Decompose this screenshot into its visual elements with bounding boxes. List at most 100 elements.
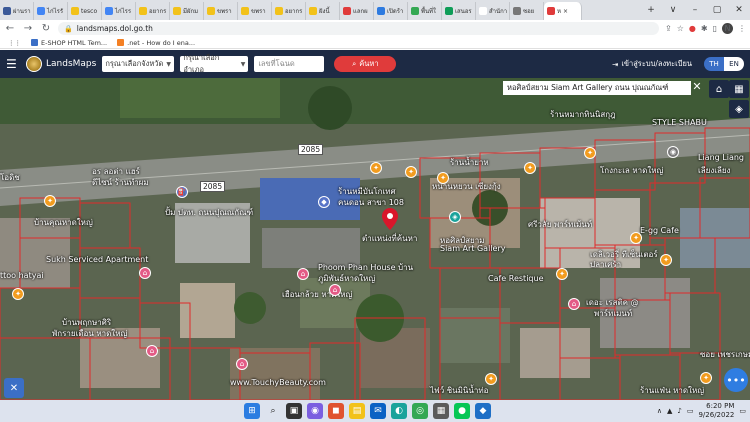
poi-marker-icon[interactable]: ◆ <box>318 196 330 208</box>
battery-icon[interactable]: ▭ <box>687 407 694 415</box>
poi-marker-icon[interactable]: ✦ <box>405 166 417 178</box>
layers-icon[interactable]: ◈ <box>729 100 749 118</box>
landsmaps-logo[interactable]: LandsMaps <box>26 56 96 72</box>
lang-en-button[interactable]: EN <box>724 57 744 71</box>
poi-marker-icon[interactable]: ✦ <box>556 268 568 280</box>
browser-tab[interactable]: tesco <box>68 2 102 20</box>
task-view-icon[interactable]: ▣ <box>286 403 302 419</box>
poi-marker-icon[interactable]: ✦ <box>485 373 497 385</box>
new-tab-button[interactable]: + <box>640 5 662 15</box>
extension-red-icon[interactable]: ● <box>689 24 696 33</box>
browser-tab[interactable]: สำนักา <box>476 2 510 20</box>
poi-marker-icon[interactable]: ⛽ <box>176 186 188 198</box>
browser-tab[interactable]: ซอย <box>510 2 544 20</box>
forward-icon[interactable]: → <box>22 23 34 34</box>
browser-tab[interactable]: เปิดร้า <box>374 2 408 20</box>
province-select[interactable]: กรุณาเลือกจังหวัด ▼ <box>102 56 175 72</box>
apps-grid-icon[interactable]: ⋮⋮ <box>8 39 21 47</box>
menu-kebab-icon[interactable]: ⋮ <box>738 24 746 33</box>
more-options-icon[interactable]: ••• <box>724 368 748 392</box>
profile-avatar[interactable]: N <box>722 23 733 34</box>
chevron-down-icon: ▼ <box>166 60 171 68</box>
poi-marker-icon[interactable]: ⌂ <box>139 267 151 279</box>
browser-tab[interactable]: ขพรา <box>204 2 238 20</box>
tab-favicon-icon <box>377 7 385 15</box>
tab-label: แลกผ <box>353 8 368 15</box>
poi-marker-icon[interactable]: ⌂ <box>568 298 580 310</box>
chat-icon[interactable]: ◉ <box>307 403 323 419</box>
poi-marker-icon[interactable]: ✦ <box>584 147 596 159</box>
browser-tab[interactable]: เสนอร <box>442 2 476 20</box>
poi-marker-icon[interactable]: ✦ <box>524 162 536 174</box>
search-button[interactable]: ⌕ ค้นหา <box>334 56 397 72</box>
poi-marker-icon[interactable]: ✦ <box>44 195 56 207</box>
bookmark-star-icon[interactable]: ☆ <box>677 24 684 33</box>
share-icon[interactable]: ⇪ <box>665 24 672 33</box>
minimize-icon[interactable]: – <box>684 5 706 15</box>
tab-search-icon[interactable]: ∨ <box>662 5 684 15</box>
poi-marker-icon[interactable]: ◉ <box>667 146 679 158</box>
store-icon[interactable]: ▦ <box>433 403 449 419</box>
poi-marker-icon[interactable]: ⌂ <box>297 268 309 280</box>
url-input[interactable]: 🔒 landsmaps.dol.go.th <box>58 22 660 35</box>
office-icon[interactable]: ◼ <box>328 403 344 419</box>
poi-marker-icon[interactable]: ✦ <box>370 162 382 174</box>
browser-tab[interactable]: แลกผ <box>340 2 374 20</box>
search-icon[interactable]: ⌕ <box>265 403 281 419</box>
windows-start-icon[interactable]: ⊞ <box>244 403 260 419</box>
outlook-icon[interactable]: ✉ <box>370 403 386 419</box>
browser-tab[interactable]: ฝังนี้ <box>306 2 340 20</box>
poi-marker-icon[interactable]: ✦ <box>660 254 672 266</box>
close-icon[interactable]: ✕ <box>690 80 704 94</box>
file-explorer-icon[interactable]: ▤ <box>349 403 365 419</box>
poi-marker-icon[interactable]: ⌂ <box>329 284 341 296</box>
back-icon[interactable]: ← <box>4 23 16 34</box>
login-register-link[interactable]: ⇥ เข้าสู่ระบบ/ลงทะเบียน <box>612 58 692 70</box>
wifi-icon[interactable]: ▲ <box>667 407 672 415</box>
extension-puzzle-icon[interactable]: ✱ <box>701 24 708 33</box>
lang-th-button[interactable]: TH <box>704 57 724 71</box>
chrome-icon[interactable]: ◎ <box>412 403 428 419</box>
close-window-icon[interactable]: ✕ <box>728 5 750 15</box>
sidebar-icon[interactable]: ▯ <box>713 24 717 33</box>
place-info-box[interactable]: หอศิลป์สยาม Siam Art Gallery ถนน ปุณณกัณ… <box>503 81 691 95</box>
browser-tab[interactable]: ขพรา <box>238 2 272 20</box>
maximize-icon[interactable]: ▢ <box>706 5 728 15</box>
poi-marker-icon[interactable]: ◈ <box>449 211 461 223</box>
lock-icon[interactable]: 🔒 <box>64 25 73 33</box>
browser-tab[interactable]: อยากร <box>136 2 170 20</box>
clock[interactable]: 6:20 PM 9/26/2022 <box>698 402 734 420</box>
hamburger-menu-icon[interactable]: ☰ <box>6 57 20 71</box>
parcel-number-input[interactable]: เลขที่โฉนด <box>254 56 325 72</box>
browser-tab[interactable]: ผ่านรา <box>0 2 34 20</box>
tray-chevron-icon[interactable]: ∧ <box>657 407 662 415</box>
poi-marker-icon[interactable]: ✦ <box>700 372 712 384</box>
tools-icon[interactable]: ✕ <box>4 378 24 398</box>
browser-tab[interactable]: มีผักม <box>170 2 204 20</box>
map-label: ร้านแฟ่น หาดใหญ่ <box>640 386 705 395</box>
browser-tab[interactable]: อยากร <box>272 2 306 20</box>
notification-icon[interactable]: ▭ <box>739 407 746 415</box>
bookmark-item[interactable]: .net - How do I ena... <box>117 39 195 47</box>
speaker-icon[interactable]: ♪ <box>677 407 681 415</box>
poi-marker-icon[interactable]: ⌂ <box>236 358 248 370</box>
reload-icon[interactable]: ↻ <box>40 23 52 34</box>
poi-marker-icon[interactable]: ⌂ <box>146 345 158 357</box>
search-result-pin-icon[interactable] <box>382 208 398 230</box>
district-select[interactable]: กรุณาเลือกอำเภอ ▼ <box>180 53 249 74</box>
poi-marker-icon[interactable]: ✦ <box>630 232 642 244</box>
grid-icon[interactable]: ▦ <box>729 80 749 98</box>
satellite-map[interactable]: 2085 2085 ร้านหมากทินนิสกุฎ STYLE SHABU … <box>0 78 750 400</box>
browser-tab-active[interactable]: ห × <box>544 2 582 20</box>
home-icon[interactable]: ⌂ <box>709 80 729 98</box>
vscode-icon[interactable]: ◆ <box>475 403 491 419</box>
tab-close-icon[interactable]: × <box>563 8 568 15</box>
edge-icon[interactable]: ◐ <box>391 403 407 419</box>
browser-tab[interactable]: พื้นที่ใ <box>408 2 442 20</box>
poi-marker-icon[interactable]: ✦ <box>12 288 24 300</box>
browser-tab[interactable]: ไก่ไรร <box>102 2 136 20</box>
line-icon[interactable]: ● <box>454 403 470 419</box>
browser-tab[interactable]: ไก่ไรรั <box>34 2 68 20</box>
poi-marker-icon[interactable]: ✦ <box>437 172 449 184</box>
bookmark-item[interactable]: E-SHOP HTML Tem... <box>31 39 107 47</box>
